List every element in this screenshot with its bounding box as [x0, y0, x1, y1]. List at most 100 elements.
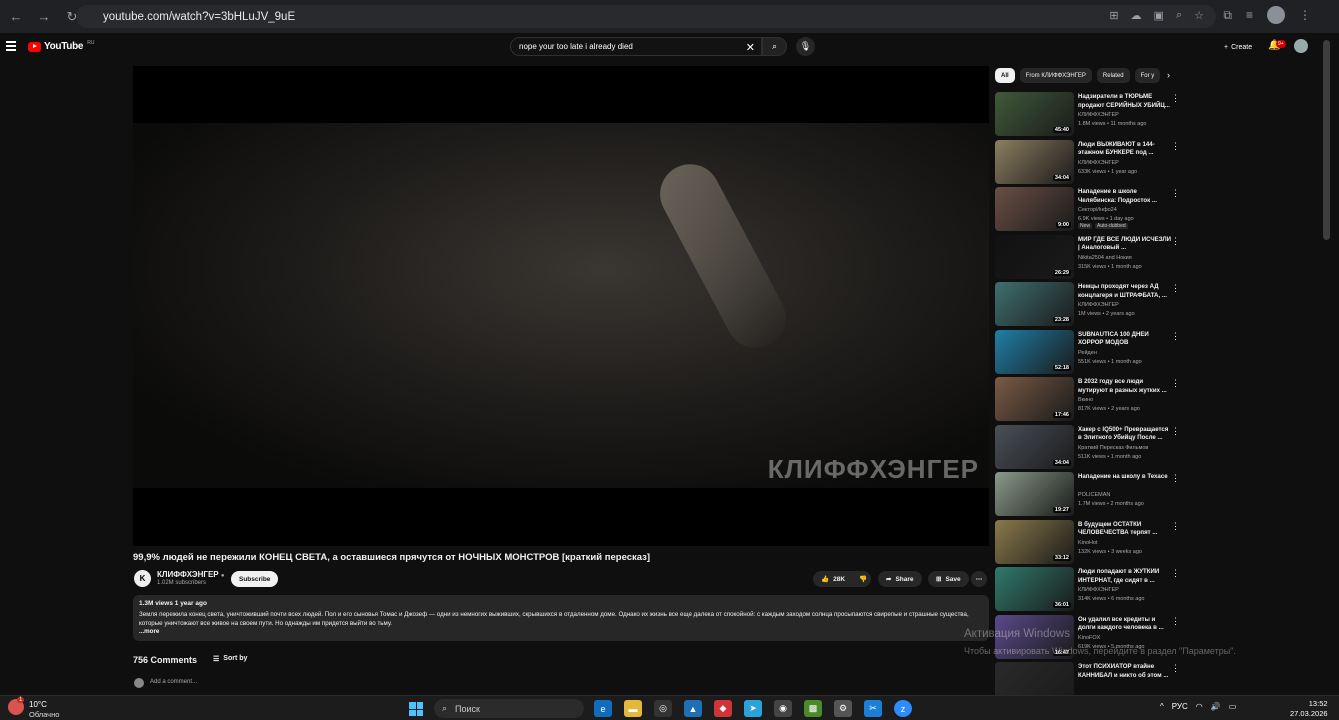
profile-avatar[interactable] — [1267, 6, 1285, 24]
recommendation-channel[interactable]: Краткий Пересказ Фильмов — [1078, 445, 1148, 451]
more-vertical-icon[interactable]: ⋮ — [1171, 93, 1180, 104]
recommendation-title[interactable]: В будущем ОСТАТКИ ЧЕЛОВЕЧЕСТВА терпят ..… — [1078, 521, 1173, 538]
chrome-icon[interactable]: ◉ — [774, 700, 792, 717]
channel-name-text[interactable]: КЛИФФХЭНГЕР — [157, 570, 219, 579]
more-actions-button[interactable]: ⋯ — [971, 571, 987, 587]
recommendation-channel[interactable]: POLICEMAN — [1078, 492, 1110, 498]
snip-tool-icon[interactable]: ✂ — [864, 700, 882, 717]
more-vertical-icon[interactable]: ⋮ — [1171, 188, 1180, 199]
recommendation-item[interactable]: 33:12 В будущем ОСТАТКИ ЧЕЛОВЕЧЕСТВА тер… — [995, 519, 1190, 568]
media-icon[interactable]: ◆ — [714, 700, 732, 717]
more-vertical-icon[interactable]: ⋮ — [1171, 236, 1180, 247]
recommendation-title[interactable]: В 2032 году все люди мутируют в разных ж… — [1078, 378, 1173, 395]
recommendation-item[interactable]: 23:28 Немцы проходят через АД концлагеря… — [995, 282, 1190, 330]
recommendation-item[interactable]: 19:27 Нападение на школу в Техасе POLICE… — [995, 472, 1190, 520]
like-icon[interactable]: 👍 — [821, 575, 829, 583]
show-more-link[interactable]: ...more — [139, 628, 983, 635]
chevron-up-icon[interactable]: ^ — [1160, 702, 1164, 711]
recommendation-thumbnail[interactable]: 26:29 — [995, 234, 1074, 279]
search-input[interactable] — [519, 42, 739, 51]
recommendation-title[interactable]: Люди ВЫЖИВАЮТ в 144-этажном БУНКЕРЕ под … — [1078, 141, 1173, 158]
recommendation-item[interactable]: 17:46 В 2032 году все люди мутируют в ра… — [995, 377, 1190, 425]
recommendation-title[interactable]: Немцы проходят через АД концлагеря и ШТР… — [1078, 283, 1173, 300]
chip-related[interactable]: Related — [1096, 68, 1130, 83]
recommendation-thumbnail[interactable]: 9:00 — [995, 187, 1074, 231]
save-button[interactable]: ⊞ Save — [928, 571, 969, 587]
recommendation-channel[interactable]: КЛИФФХЭНГЕР — [1078, 302, 1119, 308]
recommendation-title[interactable]: Этот ПСИХИАТОР втайне КАННИБАЛ и никто о… — [1078, 663, 1173, 680]
chevron-right-icon[interactable]: › — [1167, 70, 1170, 80]
share-button[interactable]: ➦ Share — [878, 571, 922, 587]
recommendation-thumbnail[interactable]: 33:12 — [995, 519, 1074, 564]
more-vertical-icon[interactable]: ⋮ — [1171, 473, 1180, 484]
recommendation-item[interactable]: 26:29 МИР ГДЕ ВСЕ ЛЮДИ ИСЧЕЗЛИ | Аналого… — [995, 234, 1190, 283]
chrome-menu-icon[interactable]: ⋮ — [1299, 8, 1311, 22]
recommendation-channel[interactable]: Рейден — [1078, 350, 1097, 356]
address-bar[interactable]: youtube.com/watch?v=3bHLuJV_9uE ⊞ ☁ ▣ ⌕ … — [76, 5, 1216, 28]
recommendation-channel[interactable]: Вкино — [1078, 397, 1093, 403]
recommendation-thumbnail[interactable]: 52:18 — [995, 329, 1074, 374]
forward-icon[interactable]: → — [32, 5, 56, 29]
recommendation-title[interactable]: Нападение в школе Челябинска: Подросток … — [1078, 188, 1173, 205]
tab-search-icon[interactable]: ≡ — [1246, 8, 1253, 22]
like-count[interactable]: 28K — [833, 576, 845, 583]
subscribe-button[interactable]: Subscribe — [231, 571, 279, 587]
address-url[interactable]: youtube.com/watch?v=3bHLuJV_9uE — [103, 11, 295, 23]
translate-icon[interactable]: ⊞ — [1109, 9, 1118, 22]
photos-icon[interactable]: ▲ — [684, 700, 702, 717]
more-vertical-icon[interactable]: ⋮ — [1171, 663, 1180, 674]
create-button[interactable]: + Create — [1218, 39, 1258, 55]
minecraft-icon[interactable]: ▩ — [804, 700, 822, 717]
recommendation-channel[interactable]: КЛИФФХЭНГЕР — [1078, 587, 1119, 593]
file-explorer-icon[interactable]: ▬ — [624, 700, 642, 717]
chip-for-you[interactable]: For y — [1134, 68, 1161, 83]
more-vertical-icon[interactable]: ⋮ — [1171, 141, 1180, 152]
taskbar-search[interactable]: ⌕ Поиск — [434, 699, 584, 718]
telegram-icon[interactable]: ➤ — [744, 700, 762, 717]
chip-from-channel[interactable]: From КЛИФФХЭНГЕР — [1019, 68, 1092, 83]
recommendation-item[interactable]: 9:00 Нападение в школе Челябинска: Подро… — [995, 187, 1190, 235]
recommendation-title[interactable]: Хакер с IQ500+ Превращается в Элитного У… — [1078, 426, 1173, 443]
recommendation-channel[interactable]: КЛИФФХЭНГЕР — [1078, 112, 1119, 118]
recommendation-thumbnail[interactable]: 36:01 — [995, 567, 1074, 611]
more-vertical-icon[interactable]: ⋮ — [1171, 616, 1180, 627]
recommendation-title[interactable]: Он удалил все кредиты и долги каждого че… — [1078, 616, 1173, 633]
more-vertical-icon[interactable]: ⋮ — [1171, 426, 1180, 437]
bookmark-star-icon[interactable]: ☆ — [1194, 9, 1204, 22]
recommendation-thumbnail[interactable]: 45:40 — [995, 92, 1074, 136]
cast-icon[interactable]: ☁ — [1131, 9, 1142, 22]
recommendation-item[interactable]: 45:40 Надзиратели в ТЮРЬМЕ продают СЕРИЙ… — [995, 92, 1190, 140]
back-icon[interactable]: ← — [4, 5, 28, 29]
dislike-icon[interactable]: 👎 — [859, 575, 867, 583]
recommendation-channel[interactable]: СекторИнфо24 — [1078, 207, 1117, 213]
recommendation-thumbnail[interactable]: 34:04 — [995, 424, 1074, 469]
steam-icon[interactable]: ◎ — [654, 700, 672, 717]
page-scrollbar[interactable] — [1323, 40, 1330, 240]
recommendation-channel[interactable]: KinoFOX — [1078, 635, 1100, 641]
recommendation-item[interactable]: 34:04 Хакер с IQ500+ Превращается в Элит… — [995, 424, 1190, 473]
search-button[interactable]: ⌕ — [762, 37, 787, 56]
extensions-icon[interactable]: ⧉ — [1223, 8, 1232, 23]
more-vertical-icon[interactable]: ⋮ — [1171, 568, 1180, 579]
menu-icon[interactable] — [6, 41, 16, 51]
zoom-app-icon[interactable]: z — [894, 700, 912, 717]
weather-description[interactable]: Облачно — [29, 710, 59, 719]
recommendation-thumbnail[interactable]: 17:46 — [995, 377, 1074, 421]
recommendation-item[interactable]: 52:18 SUBNAUTICA 100 ДНЕЙ ХОРРОР МОДОВ Р… — [995, 329, 1190, 378]
more-vertical-icon[interactable]: ⋮ — [1171, 331, 1180, 342]
channel-name[interactable]: КЛИФФХЭНГЕР ● — [157, 570, 224, 579]
settings-gear-icon[interactable]: ⚙ — [834, 700, 852, 717]
recommendation-title[interactable]: МИР ГДЕ ВСЕ ЛЮДИ ИСЧЕЗЛИ | Аналоговый ..… — [1078, 236, 1173, 253]
recommendation-channel[interactable]: Nikita2504 and Нокия — [1078, 255, 1132, 261]
sort-comments-button[interactable]: ☰ Sort by — [213, 655, 247, 663]
install-icon[interactable]: ▣ — [1154, 9, 1164, 22]
voice-search-button[interactable]: 🎙 — [796, 37, 815, 56]
recommendation-thumbnail[interactable]: 34:04 — [995, 139, 1074, 184]
weather-temperature[interactable]: 10°C — [29, 700, 47, 709]
clear-search-icon[interactable]: ✕ — [746, 41, 755, 54]
language-indicator[interactable]: РУС — [1172, 702, 1188, 711]
recommendation-channel[interactable]: КЛИФФХЭНГЕР — [1078, 160, 1119, 166]
recommendation-channel[interactable]: KinoHot — [1078, 540, 1098, 546]
taskbar-clock[interactable]: 13:52 27.03.2026 — [1290, 699, 1328, 719]
wifi-icon[interactable]: ◠ — [1196, 702, 1203, 711]
